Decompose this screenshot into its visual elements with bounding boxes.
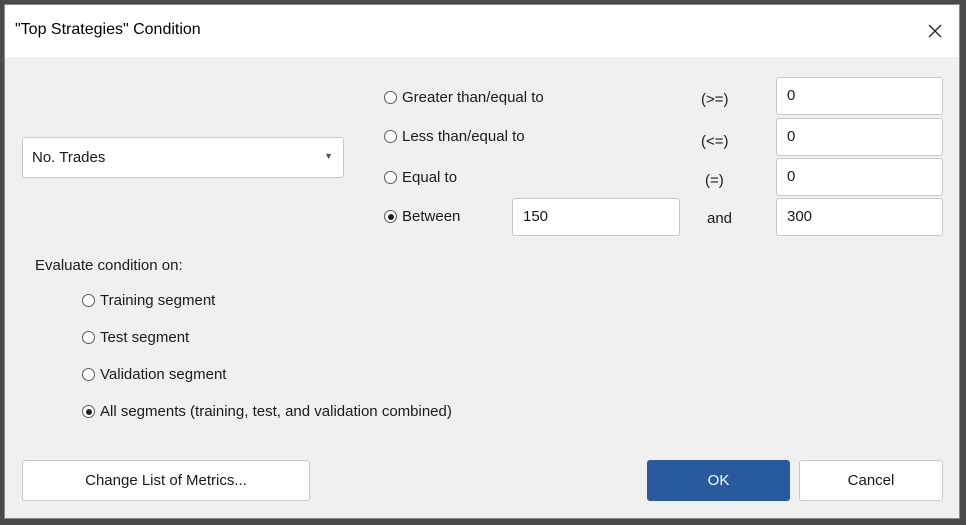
title-bar: "Top Strategies" Condition (5, 5, 959, 57)
radio-label: All segments (training, test, and valida… (100, 403, 452, 420)
chevron-down-icon: ▼ (324, 151, 333, 161)
radio-button[interactable] (384, 171, 397, 184)
radio-all-segments[interactable]: All segments (training, test, and valida… (82, 403, 452, 420)
equal-input[interactable]: 0 (776, 158, 943, 196)
symbol-equal: (=) (705, 172, 724, 189)
radio-less-equal[interactable]: Less than/equal to (384, 128, 525, 145)
radio-button[interactable] (82, 331, 95, 344)
between-high-input[interactable]: 300 (776, 198, 943, 236)
radio-greater-equal[interactable]: Greater than/equal to (384, 89, 544, 106)
dialog-title: "Top Strategies" Condition (15, 21, 201, 38)
close-icon (928, 24, 942, 38)
and-label: and (707, 210, 733, 227)
radio-label: Validation segment (100, 366, 227, 383)
symbol-greater-equal: (>=) (701, 91, 729, 108)
between-low-input[interactable]: 150 (512, 198, 680, 236)
metric-select[interactable]: No. Trades ▼ (22, 137, 344, 178)
radio-equal[interactable]: Equal to (384, 169, 457, 186)
radio-button[interactable] (82, 368, 95, 381)
radio-button[interactable] (384, 210, 397, 223)
radio-label: Test segment (100, 329, 190, 346)
radio-label: Training segment (100, 292, 216, 309)
less-equal-input[interactable]: 0 (776, 118, 943, 156)
greater-equal-input[interactable]: 0 (776, 77, 943, 115)
evaluate-heading: Evaluate condition on: (35, 257, 183, 274)
close-button[interactable] (911, 5, 959, 57)
ok-button[interactable]: OK (647, 460, 790, 501)
radio-button[interactable] (82, 294, 95, 307)
radio-button[interactable] (384, 91, 397, 104)
radio-test-segment[interactable]: Test segment (82, 329, 189, 346)
radio-label: Greater than/equal to (402, 89, 544, 106)
radio-label: Equal to (402, 169, 458, 186)
metric-select-value: No. Trades (32, 149, 106, 166)
radio-between[interactable]: Between (384, 208, 460, 225)
radio-button[interactable] (82, 405, 95, 418)
change-metrics-button[interactable]: Change List of Metrics... (22, 460, 310, 501)
condition-dialog: "Top Strategies" Condition No. Trades ▼ … (4, 4, 960, 519)
radio-button[interactable] (384, 130, 397, 143)
symbol-less-equal: (<=) (701, 133, 729, 150)
radio-training-segment[interactable]: Training segment (82, 292, 215, 309)
radio-validation-segment[interactable]: Validation segment (82, 366, 226, 383)
cancel-button[interactable]: Cancel (799, 460, 943, 501)
radio-label: Less than/equal to (402, 128, 525, 145)
radio-label: Between (402, 208, 461, 225)
